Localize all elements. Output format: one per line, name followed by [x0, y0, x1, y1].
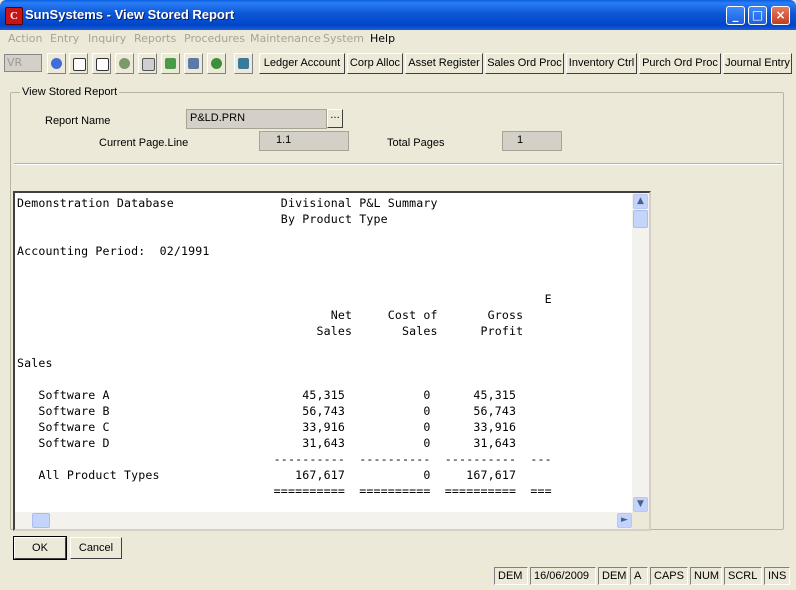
maximize-button[interactable]: □: [748, 6, 767, 25]
report-name-field[interactable]: P&LD.PRN: [186, 109, 327, 129]
open-icon[interactable]: [69, 53, 88, 74]
ok-button[interactable]: OK: [13, 536, 67, 560]
menu-action[interactable]: Action: [8, 32, 42, 45]
status-num: NUM: [690, 567, 722, 585]
sales-ord-proc-button[interactable]: Sales Ord Proc: [485, 53, 564, 74]
menu-system[interactable]: System: [323, 32, 364, 45]
report-line: Sales Sales Profit: [17, 324, 524, 338]
menu-maintenance[interactable]: Maintenance: [250, 32, 321, 45]
app-logo-icon: C: [5, 7, 23, 25]
browse-button[interactable]: ...: [327, 109, 343, 128]
report-line: Software C 33,916 0 33,916: [17, 420, 517, 434]
copy-icon[interactable]: [92, 53, 111, 74]
report-line: Sales: [17, 356, 53, 370]
report-line: ========== ========== ========== ===: [17, 484, 552, 498]
group-title: View Stored Report: [20, 86, 120, 98]
download-icon[interactable]: [161, 53, 180, 74]
status-caps: CAPS: [650, 567, 688, 585]
report-line: Software B 56,743 0 56,743: [17, 404, 517, 418]
report-content: Demonstration Database Divisional P&L Su…: [15, 193, 633, 513]
menu-help[interactable]: Help: [370, 32, 395, 45]
minimize-button[interactable]: _: [726, 6, 745, 25]
info-icon[interactable]: [207, 53, 226, 74]
scroll-down-icon[interactable]: ▼: [633, 497, 648, 512]
scroll-up-icon[interactable]: ▲: [633, 194, 648, 209]
status-date: 16/06/2009: [530, 567, 596, 585]
ledger-account-button[interactable]: Ledger Account: [259, 53, 345, 74]
horizontal-scrollbar[interactable]: ►: [15, 512, 633, 529]
report-viewer[interactable]: Demonstration Database Divisional P&L Su…: [13, 191, 651, 531]
status-operator: DEM: [598, 567, 628, 585]
menu-entry[interactable]: Entry: [50, 32, 79, 45]
report-line: All Product Types 167,617 0 167,617: [17, 468, 517, 482]
report-name-label: Report Name: [45, 115, 111, 127]
corp-alloc-button[interactable]: Corp Alloc: [347, 53, 403, 74]
menu-reports[interactable]: Reports: [134, 32, 176, 45]
close-button[interactable]: ×: [771, 6, 790, 25]
ledger-code-field[interactable]: VR: [4, 54, 42, 72]
report-line: Accounting Period: 02/1991: [17, 244, 210, 258]
report-line: ---------- ---------- ---------- ---: [17, 452, 552, 466]
edit-icon[interactable]: [138, 53, 157, 74]
report-line: Net Cost of Gross: [17, 308, 524, 322]
main-window: C SunSystems - View Stored Report _ □ × …: [0, 0, 796, 590]
status-ins: INS: [764, 567, 790, 585]
journal-entry-button[interactable]: Journal Entry: [723, 53, 792, 74]
horizontal-scroll-thumb[interactable]: [32, 513, 50, 528]
current-page-field[interactable]: 1.1: [259, 131, 349, 151]
window-title: SunSystems - View Stored Report: [25, 7, 235, 22]
report-line: Software A 45,315 0 45,315: [17, 388, 517, 402]
vertical-scrollbar[interactable]: ▲ ▼: [632, 193, 649, 513]
report-line: Software D 31,643 0 31,643: [17, 436, 517, 450]
cancel-button[interactable]: Cancel: [70, 537, 122, 559]
report-line: Demonstration Database Divisional P&L Su…: [17, 196, 438, 210]
calculator-icon[interactable]: [184, 53, 203, 74]
purch-ord-proc-button[interactable]: Purch Ord Proc: [639, 53, 721, 74]
menu-bar: Action Entry Inquiry Reports Procedures …: [0, 30, 796, 47]
title-bar[interactable]: C SunSystems - View Stored Report _ □ ×: [0, 0, 796, 30]
settings-icon[interactable]: [115, 53, 134, 74]
total-pages-label: Total Pages: [387, 137, 445, 149]
scroll-corner: [632, 512, 649, 529]
help-icon[interactable]: [47, 53, 66, 74]
print-icon[interactable]: [234, 53, 253, 74]
vertical-scroll-thumb[interactable]: [633, 210, 648, 228]
menu-procedures[interactable]: Procedures: [184, 32, 245, 45]
divider: [14, 163, 782, 165]
status-database: DEM: [494, 567, 528, 585]
status-mode: A: [630, 567, 648, 585]
report-line: By Product Type: [17, 212, 388, 226]
inventory-ctrl-button[interactable]: Inventory Ctrl: [566, 53, 637, 74]
menu-inquiry[interactable]: Inquiry: [88, 32, 126, 45]
status-scrl: SCRL: [724, 567, 762, 585]
asset-register-button[interactable]: Asset Register: [405, 53, 483, 74]
total-pages-field: 1: [502, 131, 562, 151]
report-line: E: [17, 292, 552, 306]
current-page-label: Current Page.Line: [99, 137, 189, 149]
scroll-right-icon[interactable]: ►: [617, 513, 632, 528]
toolbar: VR Ledger Account Corp Alloc Asset Regis…: [0, 50, 796, 78]
